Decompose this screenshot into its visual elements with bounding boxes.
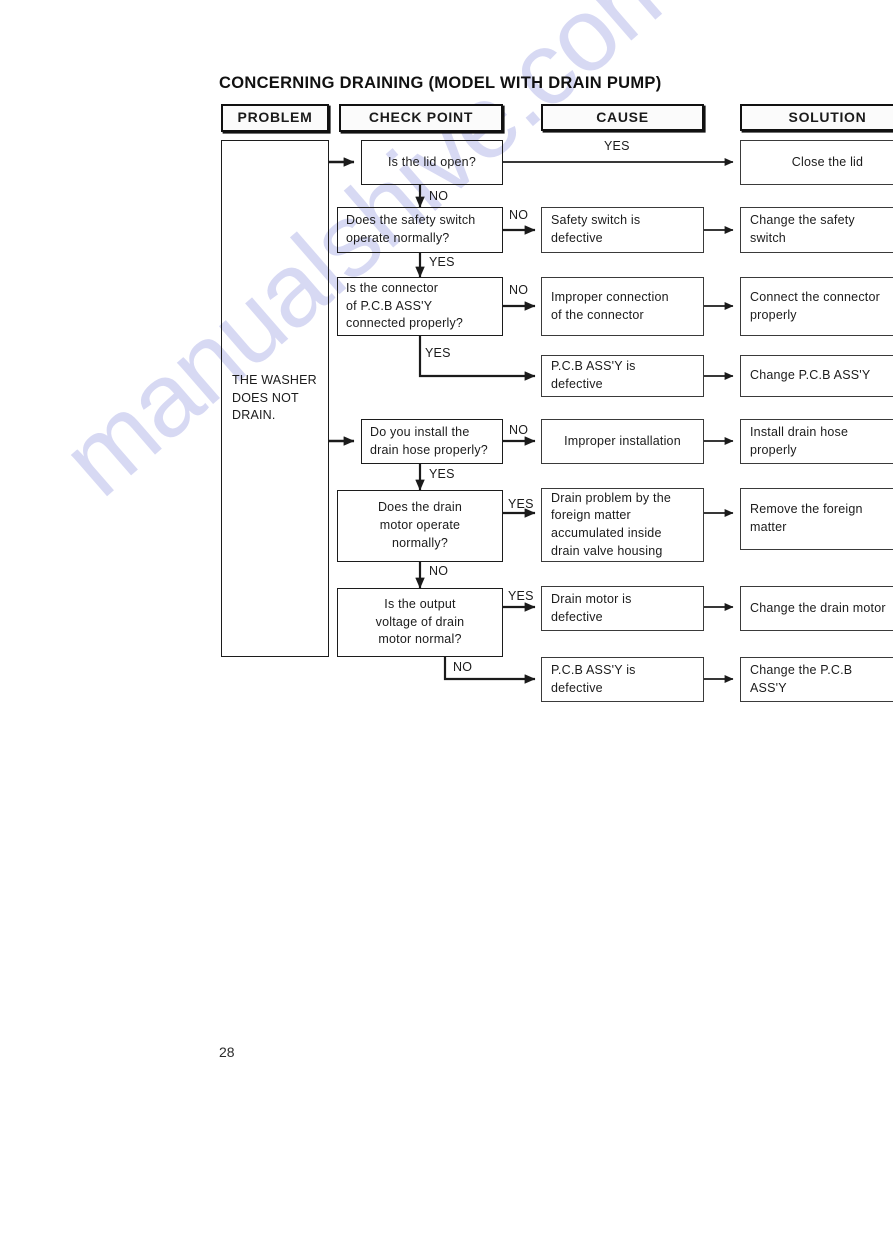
edge-label-motor-no: NO [429,564,449,578]
solution-install-drain-hose-label: Install drain hose properly [750,424,849,457]
edge-label-lid-no: NO [429,189,449,203]
cause-drain-motor-defective-label: Drain motor is defective [551,591,632,624]
solution-connect-connector: Connect the connector properly [740,277,893,336]
cause-pcb-defective-1-label: P.C.B ASS'Y is defective [551,359,636,391]
solution-close-lid-label: Close the lid [791,154,864,169]
cause-foreign-matter-label: Drain problem by the foreign matter accu… [551,490,672,558]
check-drain-motor-label: Does the drain motor operate normally? [377,500,463,550]
solution-remove-foreign-matter: Remove the foreign matter [740,488,893,550]
solution-change-safety-switch: Change the safety switch [740,207,893,253]
solution-change-pcb-2: Change the P.C.B ASS'Y [740,657,893,702]
check-lid-open: Is the lid open? [361,140,503,185]
edge-label-voltage-no: NO [453,660,473,674]
check-safety-switch-label: Does the safety switch operate normally? [346,213,476,245]
solution-change-pcb-2-label: Change the P.C.B ASS'Y [750,662,853,695]
column-header-check-point: CHECK POINT [339,104,503,132]
cause-safety-switch-defective-label: Safety switch is defective [551,213,641,245]
edge-label-hose-yes: YES [429,467,455,481]
check-output-voltage: Is the output voltage of drain motor nor… [337,588,503,657]
solution-change-drain-motor: Change the drain motor [740,586,893,631]
edge-label-lid-yes: YES [604,139,630,153]
cause-improper-installation: Improper installation [541,419,704,464]
cause-safety-switch-defective: Safety switch is defective [541,207,704,253]
solution-install-drain-hose: Install drain hose properly [740,419,893,464]
page-title: CONCERNING DRAINING (MODEL WITH DRAIN PU… [219,74,662,92]
check-connector-label: Is the connector of P.C.B ASS'Y connecte… [346,280,464,331]
cause-pcb-defective-1: P.C.B ASS'Y is defective [541,355,704,397]
cause-pcb-defective-2: P.C.B ASS'Y is defective [541,657,704,702]
edge-label-connector-no: NO [509,283,529,297]
cause-improper-installation-label: Improper installation [564,433,681,448]
column-header-problem: PROBLEM [221,104,329,132]
check-safety-switch: Does the safety switch operate normally? [337,207,503,253]
check-output-voltage-label: Is the output voltage of drain motor nor… [375,596,465,647]
cause-improper-connection-label: Improper connection of the connector [551,289,669,322]
edge-label-safety-no: NO [509,208,529,222]
solution-change-pcb-1: Change P.C.B ASS'Y [740,355,893,397]
check-drain-hose-label: Do you install the drain hose properly? [370,424,488,457]
check-drain-motor: Does the drain motor operate normally? [337,490,503,562]
column-header-solution: SOLUTION [740,104,893,131]
column-header-solution-label: SOLUTION [788,108,867,125]
problem-box: THE WASHER DOES NOT DRAIN. [221,140,329,657]
check-lid-open-label: Is the lid open? [388,154,476,169]
solution-change-drain-motor-label: Change the drain motor [750,600,886,615]
cause-drain-motor-defective: Drain motor is defective [541,586,704,631]
check-drain-hose: Do you install the drain hose properly? [361,419,503,464]
page-number: 28 [219,1044,235,1060]
cause-improper-connection: Improper connection of the connector [541,277,704,336]
cause-foreign-matter: Drain problem by the foreign matter accu… [541,488,704,562]
edge-label-voltage-yes: YES [508,589,534,603]
column-header-check-point-label: CHECK POINT [368,109,474,126]
edge-label-motor-yes: YES [508,497,534,511]
solution-close-lid: Close the lid [740,140,893,185]
column-header-cause-label: CAUSE [596,108,649,125]
column-header-cause: CAUSE [541,104,704,131]
solution-connect-connector-label: Connect the connector properly [750,289,880,322]
check-connector: Is the connector of P.C.B ASS'Y connecte… [337,277,503,336]
edge-label-hose-no: NO [509,423,529,437]
edge-label-safety-yes: YES [429,255,455,269]
edge-label-connector-yes: YES [425,346,451,360]
column-header-problem-label: PROBLEM [237,109,313,126]
solution-change-safety-switch-label: Change the safety switch [750,213,855,245]
manual-page: manualshive.com CONCERNING DRAINING (MOD… [0,0,893,1260]
solution-remove-foreign-matter-label: Remove the foreign matter [750,502,863,534]
cause-pcb-defective-2-label: P.C.B ASS'Y is defective [551,662,636,695]
problem-text: THE WASHER DOES NOT DRAIN. [232,372,317,423]
solution-change-pcb-1-label: Change P.C.B ASS'Y [750,368,871,383]
